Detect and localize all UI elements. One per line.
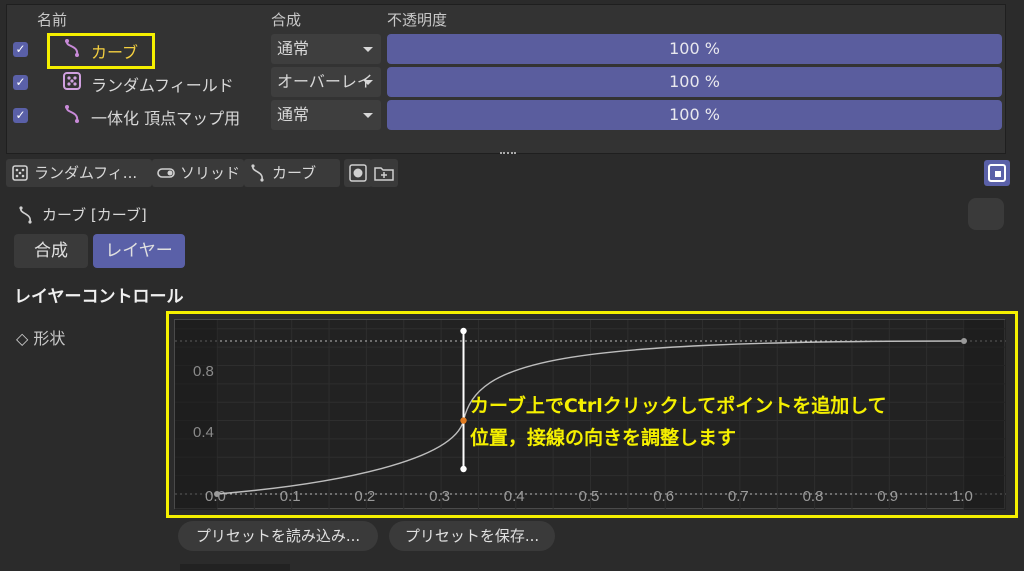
out-of-range-right bbox=[964, 320, 1006, 510]
chevron-down-icon bbox=[363, 113, 373, 118]
tangent-handle-bottom bbox=[460, 465, 467, 473]
layer-visible-checkbox[interactable]: ✓ bbox=[13, 42, 28, 57]
curve-icon bbox=[251, 164, 264, 182]
layer-row-unify-vertex-map[interactable]: ✓ 一体化 頂点マップ用 通常 100 % bbox=[7, 99, 1007, 131]
layer-name: 一体化 頂点マップ用 bbox=[91, 109, 241, 128]
tangent-handle-top bbox=[460, 327, 467, 335]
layer-row-random-field[interactable]: ✓ ランダムフィールド オーバーレイ 100 % bbox=[7, 66, 1007, 98]
tab-label: カーブ bbox=[272, 164, 317, 182]
tab-random-field[interactable]: ランダムフィ... bbox=[6, 159, 152, 187]
opacity-slider[interactable]: 100 % bbox=[387, 34, 1002, 64]
x-tick-label: 0.8 bbox=[803, 488, 824, 505]
column-header-opacity[interactable]: 不透明度 bbox=[387, 9, 447, 30]
lock-toggle-button[interactable] bbox=[968, 198, 1004, 230]
layer-row-curve[interactable]: ✓ カーブ 通常 100 % bbox=[7, 33, 1007, 65]
y-tick-label: 0.8 bbox=[193, 363, 214, 380]
curve-point-end bbox=[961, 338, 967, 344]
chevron-down-icon bbox=[363, 80, 373, 85]
tab-strip: ランダムフィ... ソリッド カーブ bbox=[6, 158, 1016, 188]
tab-label: ソリッド bbox=[180, 164, 241, 182]
curve-point-selected bbox=[460, 417, 467, 424]
layer-visible-checkbox[interactable]: ✓ bbox=[13, 108, 28, 123]
load-preset-button[interactable]: プリセットを読み込み... bbox=[178, 521, 378, 551]
record-icon bbox=[349, 164, 367, 182]
toggle-icon bbox=[157, 168, 175, 178]
blend-mode-select[interactable]: 通常 bbox=[271, 100, 381, 130]
curve-point-start bbox=[214, 491, 220, 497]
chevron-down-icon bbox=[363, 47, 373, 52]
x-tick-label: 0.7 bbox=[728, 488, 749, 505]
annotation-text: カーブ上でCtrlクリックしてポイントを追加して 位置，接線の向きを調整します bbox=[470, 390, 970, 454]
layer-name: ランダムフィールド bbox=[91, 76, 234, 95]
attributes-title: カーブ [カーブ] bbox=[42, 206, 147, 224]
blend-mode-value: オーバーレイ bbox=[277, 72, 373, 91]
highlight-box bbox=[47, 33, 155, 69]
x-tick-label: 0.4 bbox=[504, 488, 525, 505]
opacity-slider[interactable]: 100 % bbox=[387, 100, 1002, 130]
curve-icon bbox=[65, 105, 79, 123]
panel-resize-handle[interactable] bbox=[500, 152, 516, 156]
save-preset-button[interactable]: プリセットを保存... bbox=[389, 521, 555, 551]
section-title: レイヤーコントロール bbox=[14, 287, 184, 307]
x-tick-label: 0.6 bbox=[653, 488, 674, 505]
opacity-slider[interactable]: 100 % bbox=[387, 67, 1002, 97]
out-of-range-left bbox=[175, 320, 217, 510]
folder-add-icon bbox=[374, 167, 394, 181]
x-tick-label: 0.9 bbox=[877, 488, 898, 505]
panel-icon bbox=[988, 164, 1006, 182]
x-tick-label: 0.3 bbox=[429, 488, 450, 505]
bottom-panel-edge bbox=[180, 564, 290, 571]
tab-solid[interactable]: ソリッド bbox=[152, 159, 244, 187]
x-tick-label: 0.2 bbox=[354, 488, 375, 505]
mode-button-blend[interactable]: 合成 bbox=[14, 234, 88, 268]
layer-list-panel: 名前 合成 不透明度 ✓ カーブ 通常 100 % ✓ ランダムフィールド オー… bbox=[6, 4, 1006, 154]
mode-button-layer[interactable]: レイヤー bbox=[93, 234, 185, 268]
new-folder-button[interactable] bbox=[370, 159, 398, 187]
tab-label: ランダムフィ... bbox=[34, 164, 138, 182]
blend-mode-value: 通常 bbox=[277, 39, 310, 58]
blend-mode-select[interactable]: オーバーレイ bbox=[271, 67, 381, 97]
curve-icon bbox=[19, 206, 32, 224]
shape-label[interactable]: ◇ 形状 bbox=[16, 325, 65, 349]
blend-mode-select[interactable]: 通常 bbox=[271, 34, 381, 64]
dice-icon bbox=[63, 72, 81, 90]
record-button[interactable] bbox=[344, 159, 372, 187]
column-header-name[interactable]: 名前 bbox=[37, 9, 67, 30]
panel-options-button[interactable] bbox=[984, 160, 1010, 186]
blend-mode-value: 通常 bbox=[277, 105, 310, 124]
annotation-line-2: 位置，接線の向きを調整します bbox=[470, 427, 737, 449]
x-tick-label: 0.1 bbox=[280, 488, 301, 505]
x-tick-label: 0.5 bbox=[579, 488, 600, 505]
y-tick-label: 0.4 bbox=[193, 424, 214, 441]
x-tick-label: 1.0 bbox=[952, 488, 973, 505]
dice-icon bbox=[12, 165, 28, 181]
tab-curve[interactable]: カーブ bbox=[244, 159, 340, 187]
layer-visible-checkbox[interactable]: ✓ bbox=[13, 75, 28, 90]
column-header-blend[interactable]: 合成 bbox=[271, 9, 301, 30]
annotation-line-1: カーブ上でCtrlクリックしてポイントを追加して bbox=[470, 395, 887, 417]
